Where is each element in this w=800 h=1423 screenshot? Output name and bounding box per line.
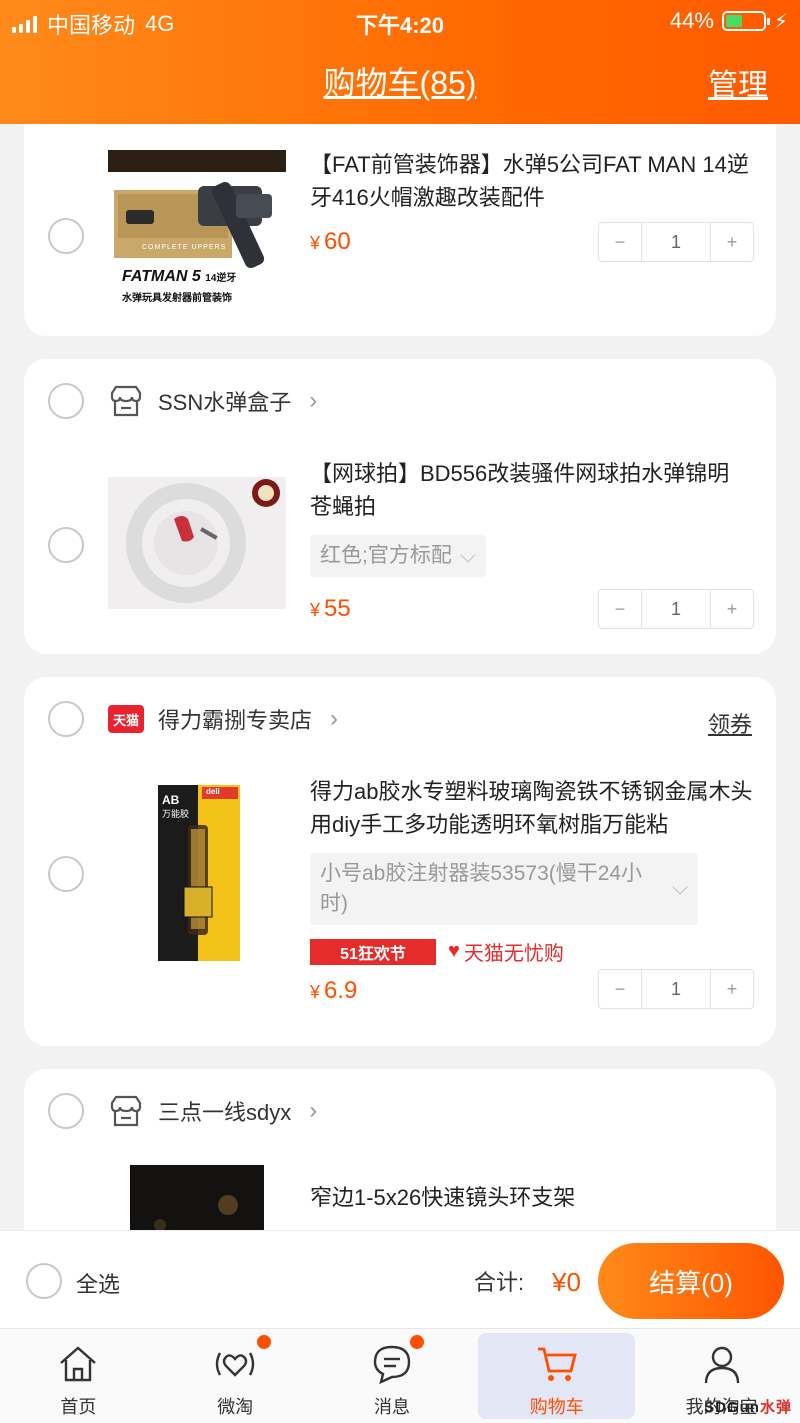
product-title[interactable]: 窄边1-5x26快速镜头环支架 [310, 1181, 750, 1214]
cart-icon [537, 1347, 577, 1381]
shop-name: SSN水弹盒子 [158, 390, 292, 415]
decrease-button[interactable]: − [599, 970, 641, 1008]
thumb-sub2: 水弹玩具发射器前管装饰 [122, 293, 232, 304]
notification-dot [256, 1335, 271, 1349]
quantity-value[interactable]: 1 [641, 223, 711, 261]
tab-messages[interactable]: 消息 [314, 1329, 471, 1423]
product-image[interactable]: FATMAN 5 14逆牙 水弹玩具发射器前管装饰 COMPLETE UPPER… [108, 150, 286, 304]
chevron-right-icon: › [309, 387, 318, 414]
quantity-stepper: − 1 + [598, 589, 754, 629]
page-title: 购物车(85) [323, 65, 477, 101]
quantity-stepper: − 1 + [598, 222, 754, 262]
chevron-down-icon: ⌵ [672, 876, 688, 899]
promo-festival-badge: 51狂欢节 [310, 938, 436, 965]
select-all-checkbox[interactable] [26, 1263, 62, 1299]
product-title[interactable]: 得力ab胶水专塑料玻璃陶瓷铁不锈钢金属木头用diy手工多功能透明环氧树脂万能粘 [310, 775, 756, 841]
checkout-bar: 全选 合计: ¥0 结算(0) [0, 1230, 800, 1328]
message-icon [373, 1345, 411, 1385]
cart-card: SSN水弹盒子 › 【网球拍】BD556改装骚件网球拍水弹锦明苍蝇拍 红色;官方… [24, 359, 776, 654]
thumb-sub: 万能胶 [162, 809, 190, 819]
total-label: 合计: [474, 1270, 525, 1295]
shop-row[interactable]: 三点一线sdyx › [108, 1091, 317, 1131]
shop-checkbox[interactable] [48, 701, 84, 737]
shop-row[interactable]: SSN水弹盒子 › [108, 381, 317, 421]
quantity-stepper: − 1 + [598, 969, 754, 1009]
thumb-sub1: 14逆牙 [205, 273, 237, 284]
item-checkbox[interactable] [48, 856, 84, 892]
tab-label: 购物车 [529, 1397, 584, 1417]
product-title[interactable]: 【FAT前管装饰器】水弹5公司FAT MAN 14逆牙416火帽激趣改装配件 [310, 148, 750, 214]
battery-icon [721, 11, 770, 31]
thumb-brand: FATMAN 5 [122, 268, 201, 285]
chevron-down-icon: ⌵ [459, 544, 476, 567]
thumb-label: AB [162, 793, 180, 807]
product-price: ¥6.9 [310, 977, 358, 1004]
status-bar: 中国移动 4G 下午4:20 44% ⚡ [0, 6, 800, 38]
promo-tmall-worryfree: ♥ 天猫无忧购 [448, 940, 564, 965]
promo-badges: 51狂欢节 ♥ 天猫无忧购 [310, 937, 564, 966]
chevron-right-icon: › [330, 705, 339, 732]
total-value: ¥0 [552, 1267, 581, 1297]
quantity-value[interactable]: 1 [641, 590, 711, 628]
tab-weitao[interactable]: 微淘 [157, 1329, 314, 1423]
item-checkbox[interactable] [48, 527, 84, 563]
decrease-button[interactable]: − [599, 590, 641, 628]
heart-broadcast-icon [215, 1352, 255, 1377]
shop-checkbox[interactable] [48, 383, 84, 419]
select-all-label[interactable]: 全选 [76, 1267, 120, 1299]
thumb-box-text: COMPLETE UPPERS [142, 244, 227, 251]
product-image[interactable] [108, 477, 286, 609]
tab-bar: 首页 微淘 消息 购物车 我的淘宝 SDGun水弹 [0, 1328, 800, 1423]
settle-button[interactable]: 结算(0) [598, 1243, 784, 1319]
product-title[interactable]: 【网球拍】BD556改装骚件网球拍水弹锦明苍蝇拍 [310, 457, 750, 523]
shop-row[interactable]: 天猫 得力霸捌专卖店 › [108, 699, 338, 739]
watermark: SDGun水弹 [704, 1399, 792, 1416]
heart-shield-icon: ♥ [448, 940, 460, 962]
user-icon [704, 1346, 739, 1384]
cart-card: 天猫 得力霸捌专卖店 › 领券 AB 万能胶 deli 得力ab胶水专塑料玻璃陶… [24, 677, 776, 1046]
increase-button[interactable]: + [711, 970, 753, 1008]
store-icon [108, 383, 144, 419]
increase-button[interactable]: + [711, 590, 753, 628]
charging-icon: ⚡ [773, 10, 788, 33]
racket-product-icon [126, 479, 280, 603]
quantity-value[interactable]: 1 [641, 970, 711, 1008]
tab-label: 微淘 [217, 1397, 254, 1417]
home-icon [60, 1346, 97, 1382]
product-price: ¥60 [310, 228, 351, 255]
item-checkbox[interactable] [48, 218, 84, 254]
sku-selector[interactable]: 红色;官方标配 ⌵ [310, 535, 486, 577]
tab-label: 首页 [60, 1397, 97, 1417]
header: 中国移动 4G 下午4:20 44% ⚡ 购物车(85) 管理 [0, 0, 800, 124]
manage-button[interactable]: 管理 [708, 60, 768, 104]
product-price: ¥55 [310, 595, 351, 622]
cart-card: FATMAN 5 14逆牙 水弹玩具发射器前管装饰 COMPLETE UPPER… [24, 100, 776, 336]
decrease-button[interactable]: − [599, 223, 641, 261]
tab-label: 消息 [373, 1397, 410, 1417]
tab-home[interactable]: 首页 [0, 1329, 157, 1423]
thumb-brand: deli [206, 787, 220, 796]
store-icon [108, 1093, 144, 1129]
status-right: 44% ⚡ [670, 8, 788, 34]
chevron-right-icon: › [309, 1097, 318, 1124]
increase-button[interactable]: + [711, 223, 753, 261]
shop-name: 得力霸捌专卖店 [158, 708, 313, 733]
tmall-badge-icon: 天猫 [108, 705, 144, 733]
product-image[interactable]: AB 万能胶 deli [158, 785, 240, 961]
shop-name: 三点一线sdyx [158, 1100, 292, 1125]
battery-percent: 44% [669, 8, 714, 33]
notification-dot [409, 1335, 424, 1349]
sku-selector[interactable]: 小号ab胶注射器装53573(慢干24小时) ⌵ [310, 853, 698, 925]
coupon-link[interactable]: 领券 [708, 707, 752, 739]
shop-checkbox[interactable] [48, 1093, 84, 1129]
tab-cart[interactable]: 购物车 [478, 1333, 636, 1419]
